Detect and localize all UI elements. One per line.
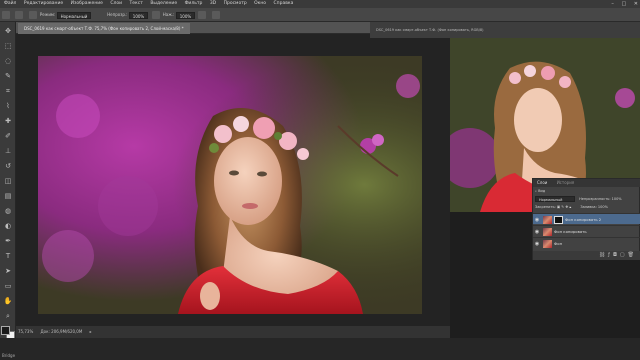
brush-panel-icon[interactable] <box>28 11 37 19</box>
marquee-tool-icon[interactable]: ⬚ <box>2 40 14 52</box>
layer-row[interactable]: ◉ Фон копировать <box>533 225 640 236</box>
foreground-color[interactable] <box>1 326 10 335</box>
fill-label: Заливка: <box>580 205 597 209</box>
portrait-photo <box>38 56 422 314</box>
airbrush-icon[interactable] <box>198 11 207 19</box>
crop-tool-icon[interactable]: ⌗ <box>2 85 14 97</box>
tab-layers[interactable]: Слои <box>533 179 551 187</box>
layer-opacity-field[interactable]: 100% <box>612 197 622 201</box>
stamp-tool-icon[interactable]: ⊥ <box>2 145 14 157</box>
path-select-icon[interactable]: ➤ <box>2 265 14 277</box>
blend-row: Нормальный Непрозрачность: 100% <box>535 196 639 203</box>
bridge-label[interactable]: Bridge <box>2 353 15 358</box>
layers-panel-footer: ⛓ƒ◘▢🗑︎ <box>533 251 640 260</box>
zoom-tool-icon[interactable]: ⌕ <box>2 310 14 322</box>
opacity-label: Непрозр.: <box>107 12 128 17</box>
preview-window-title[interactable]: DSC_0619 как смарт-объект Т.Ф. (Фон копи… <box>370 22 640 38</box>
mode-select[interactable]: Нормальный <box>56 11 91 19</box>
flow-label: Наж.: <box>162 12 175 17</box>
history-brush-icon[interactable]: ↺ <box>2 160 14 172</box>
layer-row[interactable]: ◉ Фон <box>533 237 640 248</box>
layer-row[interactable]: ◉ Фон копировать 2 <box>533 213 640 224</box>
canvas-area[interactable] <box>16 34 450 330</box>
eyedropper-tool-icon[interactable]: ⌇ <box>2 100 14 112</box>
lock-row: Закрепить: ▣ ✎ ✥ 🔒︎ Заливка: 100% <box>535 204 639 211</box>
gradient-tool-icon[interactable]: ▤ <box>2 190 14 202</box>
layer-thumbnail <box>543 240 552 248</box>
layer-name: Фон копировать 2 <box>565 217 602 222</box>
healing-tool-icon[interactable]: ✚ <box>2 115 14 127</box>
shape-tool-icon[interactable]: ▭ <box>2 280 14 292</box>
menu-text[interactable]: Текст <box>130 0 143 8</box>
visibility-eye-icon[interactable]: ◉ <box>533 239 541 250</box>
layer-name: Фон <box>554 241 563 246</box>
toolbox: ✥ ⬚ ◌ ✎ ⌗ ⌇ ✚ ✐ ⊥ ↺ ◫ ▤ ◍ ◐ ✒ T ➤ ▭ ✋ ⌕ <box>0 22 16 360</box>
move-tool-icon[interactable]: ✥ <box>2 25 14 37</box>
tab-history[interactable]: История <box>553 179 579 187</box>
menu-bar: Файл Редактирование Изображение Слои Тек… <box>0 0 640 8</box>
kind-filter-row: ⌕ Вид <box>535 188 545 195</box>
brush-tool-icon[interactable]: ✐ <box>2 130 14 142</box>
lasso-tool-icon[interactable]: ◌ <box>2 55 14 67</box>
document-window: DSC_0619 как смарт-объект Т.Ф. 75,7% (Фо… <box>16 22 450 338</box>
options-bar: Режим: Нормальный Непрозр.: 100% Наж.: 1… <box>0 8 640 22</box>
trash-icon[interactable]: 🗑︎ <box>628 252 637 258</box>
pressure-size-icon[interactable] <box>211 11 220 19</box>
brush-size-icon[interactable] <box>15 11 24 19</box>
layers-panel: Слои История ⌕ Вид Нормальный Непрозрачн… <box>532 178 640 260</box>
menu-image[interactable]: Изображение <box>71 0 103 8</box>
blur-tool-icon[interactable]: ◍ <box>2 205 14 217</box>
link-layers-icon[interactable]: ⛓ <box>599 252 608 258</box>
opacity-field[interactable]: 100% <box>128 11 149 19</box>
flow-field[interactable]: 100% <box>175 11 196 19</box>
layer-mask-thumbnail[interactable] <box>554 216 563 224</box>
close-icon[interactable]: ✕ <box>634 1 638 7</box>
document-tab[interactable]: DSC_0619 как смарт-объект Т.Ф. 75,7% (Фо… <box>18 23 190 34</box>
photo-canvas[interactable] <box>38 56 422 314</box>
fill-field[interactable]: 100% <box>598 205 608 209</box>
blend-mode-select[interactable]: Нормальный <box>535 196 575 202</box>
menu-edit[interactable]: Редактирование <box>24 0 63 8</box>
type-tool-icon[interactable]: T <box>2 250 14 262</box>
menu-filter[interactable]: Фильтр <box>185 0 203 8</box>
mode-label: Режим: <box>39 12 56 17</box>
layer-thumbnail <box>543 216 552 224</box>
search-icon[interactable]: ⌕ <box>535 189 537 193</box>
zoom-level[interactable]: 75,73% <box>18 329 33 334</box>
quick-select-tool-icon[interactable]: ✎ <box>2 70 14 82</box>
opacity-label: Непрозрачность: <box>579 197 611 201</box>
new-layer-icon[interactable]: ▢ <box>620 252 628 258</box>
lock-icon[interactable]: ▣ ✎ ✥ 🔒︎ <box>557 205 571 209</box>
brush-preset-icon[interactable] <box>2 11 10 19</box>
maximize-icon[interactable]: □ <box>621 1 626 7</box>
layer-thumbnail <box>543 228 552 236</box>
menu-view[interactable]: Просмотр <box>224 0 247 8</box>
add-mask-icon[interactable]: ◘ <box>613 252 620 258</box>
status-bar: 75,73% Док: 206,9М/620,0М ▸ <box>16 326 450 338</box>
menu-3d[interactable]: 3D <box>210 0 216 8</box>
menu-help[interactable]: Справка <box>274 0 294 8</box>
kind-filter-select[interactable]: Вид <box>538 189 545 193</box>
panel-tabs: Слои История <box>533 179 640 187</box>
dodge-tool-icon[interactable]: ◐ <box>2 220 14 232</box>
document-size: Док: 206,9М/620,0М <box>40 329 83 334</box>
bottom-strip <box>0 338 640 360</box>
menu-layers[interactable]: Слои <box>110 0 122 8</box>
status-arrow-icon[interactable]: ▸ <box>90 329 92 334</box>
hand-tool-icon[interactable]: ✋ <box>2 295 14 307</box>
window-controls: – □ ✕ <box>605 0 638 8</box>
menu-window[interactable]: Окно <box>254 0 266 8</box>
menu-select[interactable]: Выделение <box>150 0 177 8</box>
menu-file[interactable]: Файл <box>4 0 16 8</box>
lock-label: Закрепить: <box>535 205 556 209</box>
layer-name: Фон копировать <box>554 229 587 234</box>
pen-tool-icon[interactable]: ✒ <box>2 235 14 247</box>
pressure-opacity-icon[interactable] <box>151 11 160 19</box>
minimize-icon[interactable]: – <box>611 1 614 7</box>
eraser-tool-icon[interactable]: ◫ <box>2 175 14 187</box>
